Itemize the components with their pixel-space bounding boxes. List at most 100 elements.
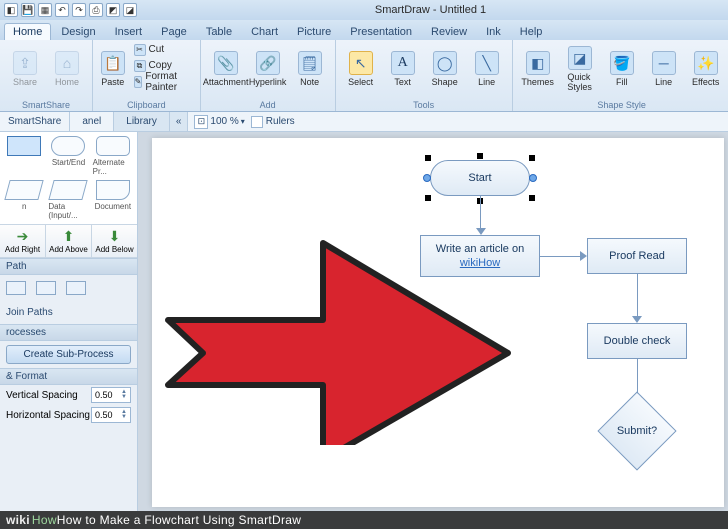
undo-button[interactable]: ↶ <box>55 3 69 17</box>
group-shape-style: ◧Themes ◪Quick Styles 🪣Fill ─Line ✨Effec… <box>513 40 728 111</box>
flowchart-node-proof-read[interactable]: Proof Read <box>587 238 687 274</box>
rulers-toggle[interactable]: Rulers <box>251 116 295 128</box>
effects-button[interactable]: ✨Effects <box>687 42 725 96</box>
effects-icon: ✨ <box>694 51 718 75</box>
shape-tool-button[interactable]: ◯Shape <box>426 42 464 96</box>
stepper-arrows-icon[interactable]: ▲▼ <box>121 390 127 400</box>
format-painter-button[interactable]: ✎Format Painter <box>131 74 194 89</box>
window-title: SmartDraw - Untitled 1 <box>137 4 724 16</box>
rulers-label: Rulers <box>266 116 295 127</box>
shape-decision[interactable]: n <box>4 180 44 220</box>
attachment-button[interactable]: 📎Attachment <box>207 42 245 96</box>
resize-handle[interactable] <box>529 195 535 201</box>
note-button[interactable]: 🗒Note <box>291 42 329 96</box>
redo-button[interactable]: ↷ <box>72 3 86 17</box>
flowchart-node-start[interactable]: Start <box>430 160 530 196</box>
vertical-spacing-row: Vertical Spacing 0.50▲▼ <box>0 385 137 405</box>
connector[interactable] <box>480 196 481 230</box>
hyperlink-icon: 🔗 <box>256 51 280 75</box>
print-button[interactable]: ⎙ <box>89 3 103 17</box>
share-icon: ⇪ <box>13 51 37 75</box>
shape-document[interactable]: Document <box>93 180 133 220</box>
connection-handle[interactable] <box>423 174 431 182</box>
qat-button-b[interactable]: ◪ <box>123 3 137 17</box>
tab-home[interactable]: Home <box>4 23 51 40</box>
flowchart-node-write[interactable]: Write an article on wikiHow <box>420 235 540 277</box>
share-button[interactable]: ⇪Share <box>6 42 44 96</box>
connector[interactable] <box>540 256 582 257</box>
quick-styles-button[interactable]: ◪Quick Styles <box>561 42 599 96</box>
add-above-button[interactable]: ⬆Add Above <box>46 225 92 257</box>
path-style-3[interactable] <box>66 281 86 295</box>
arrowhead-icon <box>476 228 486 235</box>
node-label: Proof Read <box>609 250 665 262</box>
smartshare-button[interactable]: SmartShare <box>0 112 70 131</box>
app-menu-button[interactable]: ◧ <box>4 3 18 17</box>
resize-handle[interactable] <box>425 155 431 161</box>
resize-handle[interactable] <box>477 153 483 159</box>
line-style-button[interactable]: ─Line <box>645 42 683 96</box>
tab-insert[interactable]: Insert <box>106 23 152 40</box>
shape-icon: ◯ <box>433 51 457 75</box>
vspacing-stepper[interactable]: 0.50▲▼ <box>91 387 131 403</box>
text-tool-button[interactable]: AText <box>384 42 422 96</box>
panel-collapse-button[interactable]: « <box>170 112 189 131</box>
group-label-tools: Tools <box>342 100 506 111</box>
tab-presentation[interactable]: Presentation <box>341 23 421 40</box>
tab-review[interactable]: Review <box>422 23 476 40</box>
tab-picture[interactable]: Picture <box>288 23 340 40</box>
node-link[interactable]: wikiHow <box>460 256 500 270</box>
format-painter-icon: ✎ <box>134 76 143 88</box>
hyperlink-button[interactable]: 🔗Hyperlink <box>249 42 287 96</box>
select-tool-button[interactable]: ↖Select <box>342 42 380 96</box>
tab-page[interactable]: Page <box>152 23 196 40</box>
connector[interactable] <box>637 274 638 318</box>
resize-handle[interactable] <box>529 155 535 161</box>
path-style-1[interactable] <box>6 281 26 295</box>
save-button[interactable]: 💾 <box>21 3 35 17</box>
paste-button[interactable]: 📋Paste <box>99 42 127 96</box>
add-right-button[interactable]: ➔Add Right <box>0 225 46 257</box>
canvas-viewport[interactable]: Start Write an article on wikiHow <box>138 132 728 511</box>
fill-button[interactable]: 🪣Fill <box>603 42 641 96</box>
tab-help[interactable]: Help <box>511 23 552 40</box>
connection-handle[interactable] <box>529 174 537 182</box>
line-style-icon: ─ <box>652 51 676 75</box>
shape-start-end[interactable]: Start/End <box>48 136 88 176</box>
join-paths-button[interactable]: Join Paths <box>6 305 131 320</box>
resize-handle[interactable] <box>425 195 431 201</box>
panel-tab-library[interactable]: Library <box>114 112 170 131</box>
cut-button[interactable]: ✂Cut <box>131 42 194 57</box>
canvas[interactable]: Start Write an article on wikiHow <box>152 138 724 507</box>
shape-data[interactable]: Data (Input/... <box>48 180 88 220</box>
arrow-down-icon: ⬇ <box>109 228 121 245</box>
shape-alternate-process[interactable]: Alternate Pr... <box>93 136 133 176</box>
flowchart-node-submit[interactable]: Submit? <box>597 403 677 458</box>
new-button[interactable]: ▦ <box>38 3 52 17</box>
tab-ink[interactable]: Ink <box>477 23 510 40</box>
home-button[interactable]: ⌂Home <box>48 42 86 96</box>
zoom-dropdown-icon[interactable]: ▾ <box>241 117 245 126</box>
cut-label: Cut <box>149 44 165 55</box>
text-icon: A <box>391 51 415 75</box>
panel-tab-smartpanel[interactable]: anel <box>70 112 114 131</box>
group-label-shape-style: Shape Style <box>519 100 725 111</box>
qat-button-a[interactable]: ◩ <box>106 3 120 17</box>
stepper-arrows-icon[interactable]: ▲▼ <box>121 410 127 420</box>
shape-process[interactable] <box>4 136 44 176</box>
tab-chart[interactable]: Chart <box>242 23 287 40</box>
horizontal-spacing-row: Horizontal Spacing 0.50▲▼ <box>0 405 137 425</box>
hspacing-stepper[interactable]: 0.50▲▼ <box>91 407 131 423</box>
themes-button[interactable]: ◧Themes <box>519 42 557 96</box>
path-style-2[interactable] <box>36 281 56 295</box>
flowchart-node-double-check[interactable]: Double check <box>587 323 687 359</box>
add-below-button[interactable]: ⬇Add Below <box>92 225 137 257</box>
fill-label: Fill <box>616 77 628 87</box>
tab-design[interactable]: Design <box>52 23 104 40</box>
line-tool-button[interactable]: ╲Line <box>468 42 506 96</box>
zoom-fit-button[interactable]: ⊡ <box>194 115 208 129</box>
create-subprocess-button[interactable]: Create Sub-Process <box>6 345 131 364</box>
shape-label: n <box>22 202 26 211</box>
tab-table[interactable]: Table <box>197 23 241 40</box>
hspacing-label: Horizontal Spacing <box>6 410 90 421</box>
